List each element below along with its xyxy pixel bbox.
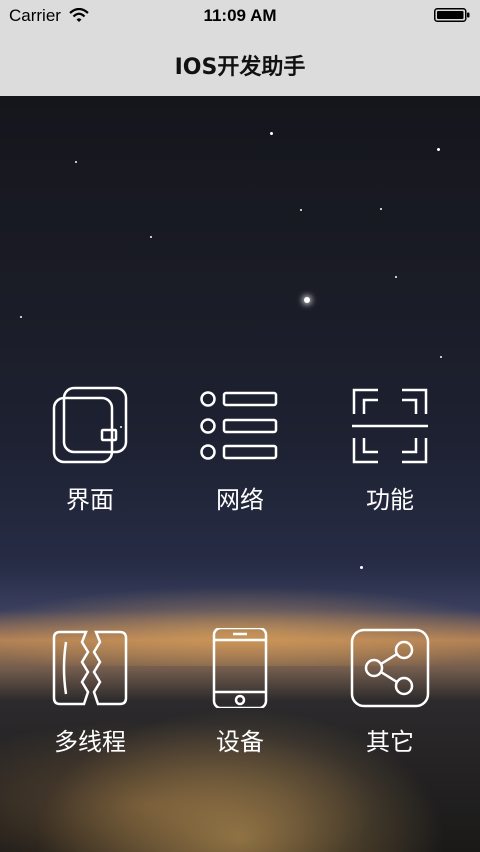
- tile-label: 设备: [216, 728, 264, 756]
- navigation-bar: IOS开发助手: [0, 30, 480, 97]
- background-image: 界面 网络 功能 多线程 设备 其它: [0, 96, 480, 852]
- star: [380, 208, 382, 210]
- tile-others[interactable]: 其它: [315, 628, 465, 788]
- star: [304, 297, 310, 303]
- tile-label: 其它: [366, 728, 414, 756]
- tile-device[interactable]: 设备: [165, 628, 315, 788]
- share-icon: [350, 628, 430, 708]
- star: [300, 209, 302, 211]
- battery-icon: [434, 8, 470, 22]
- star: [20, 316, 22, 318]
- star: [360, 566, 363, 569]
- star: [395, 276, 397, 278]
- status-bar: Carrier 11:09 AM: [0, 0, 480, 30]
- tile-label: 界面: [66, 486, 114, 514]
- scan-icon: [352, 388, 428, 464]
- tile-network[interactable]: 网络: [165, 386, 315, 546]
- tile-interface[interactable]: 界面: [15, 386, 165, 546]
- star: [437, 148, 440, 151]
- wallet-icon: [52, 386, 128, 464]
- star: [150, 236, 152, 238]
- star: [75, 161, 77, 163]
- tile-multithread[interactable]: 多线程: [15, 628, 165, 788]
- tile-function[interactable]: 功能: [315, 386, 465, 546]
- tile-label: 网络: [216, 486, 264, 514]
- page-title: IOS开发助手: [174, 55, 306, 80]
- star: [270, 132, 273, 135]
- star: [440, 356, 442, 358]
- tile-label: 功能: [366, 486, 414, 514]
- device-icon: [212, 628, 268, 708]
- thread-icon: [52, 630, 128, 706]
- list-icon: [200, 391, 278, 460]
- status-time: 11:09 AM: [203, 6, 277, 25]
- tile-label: 多线程: [54, 728, 126, 756]
